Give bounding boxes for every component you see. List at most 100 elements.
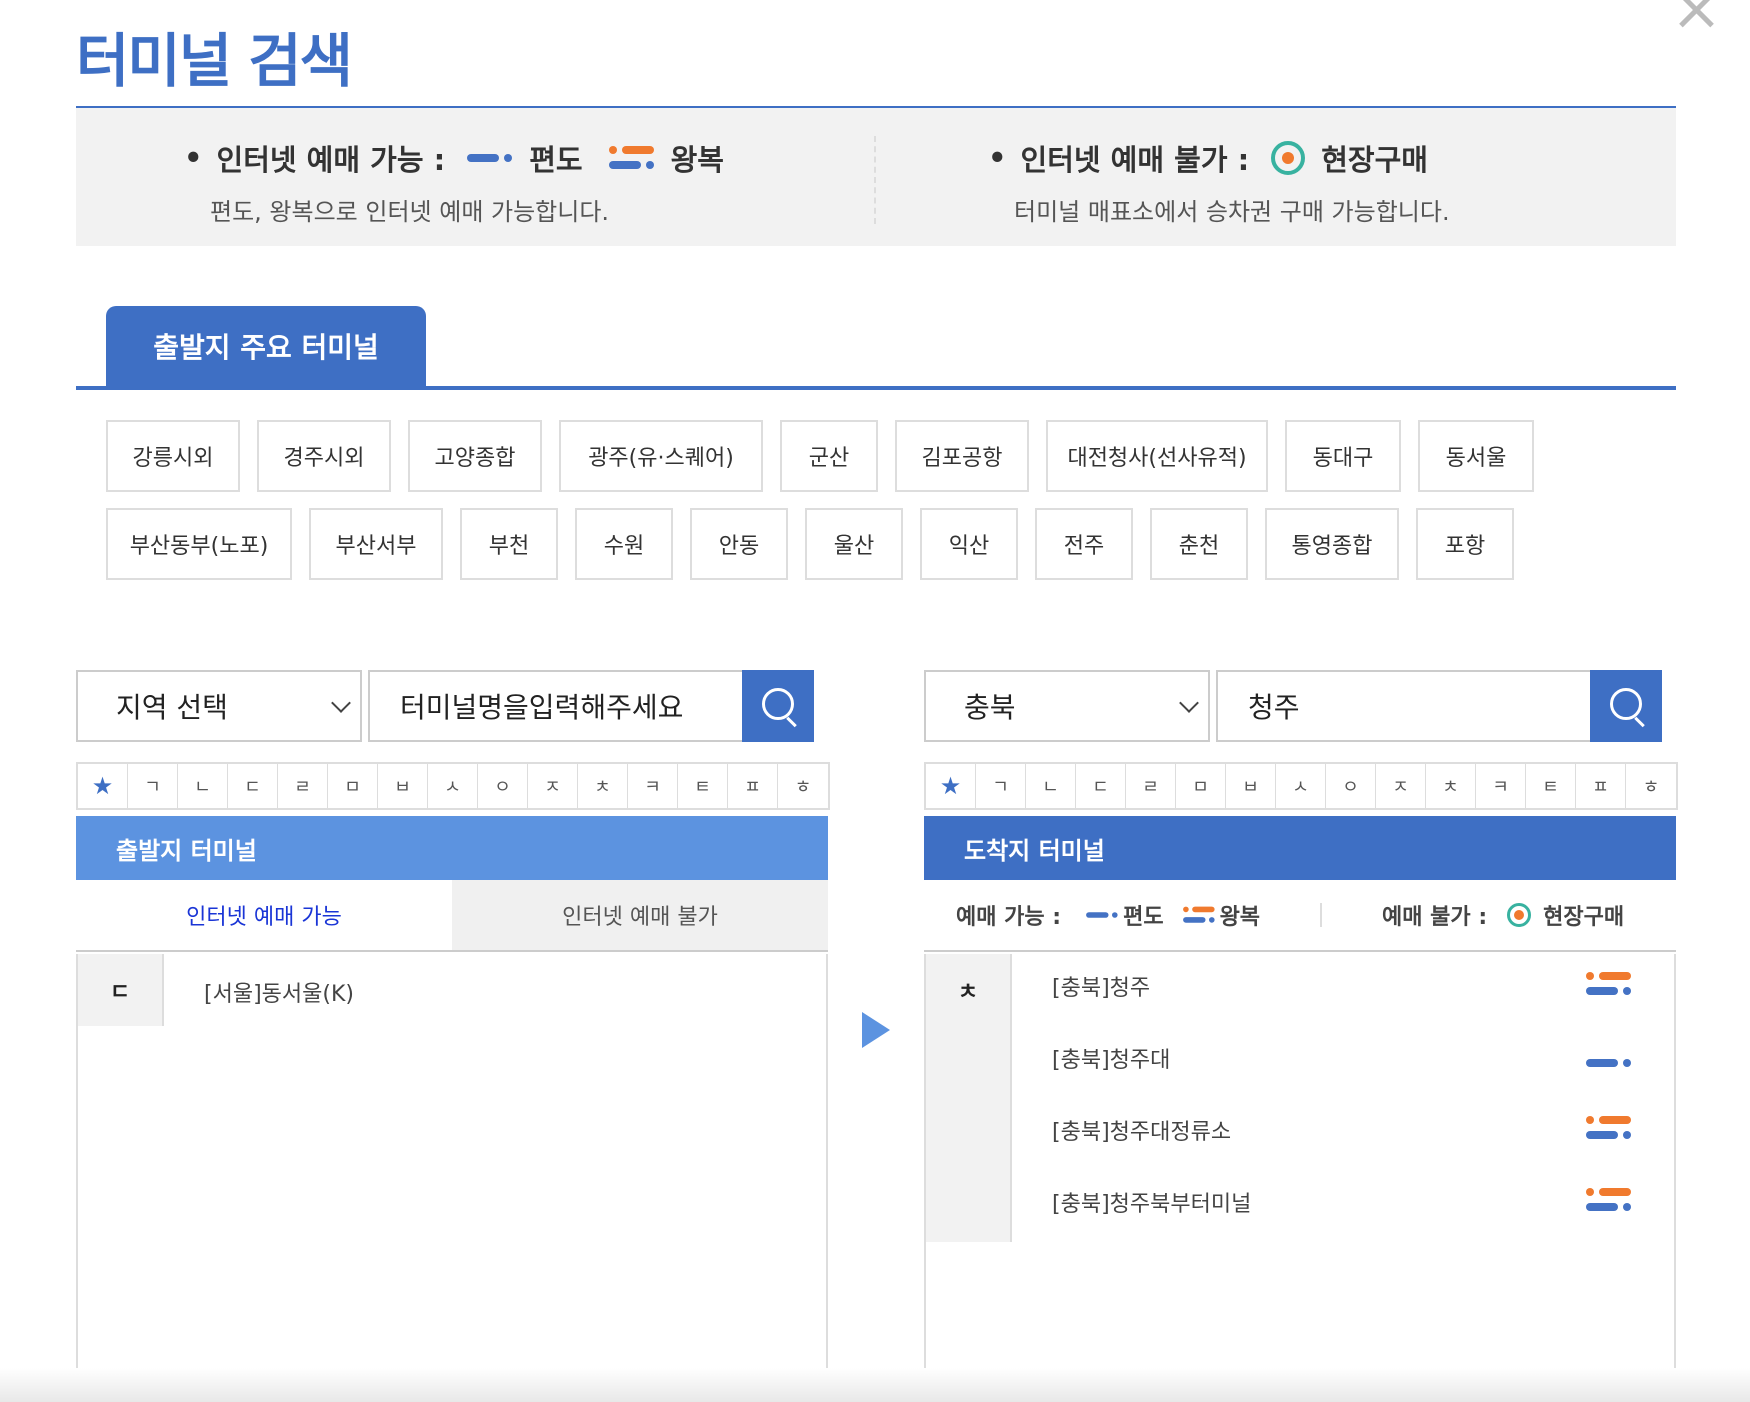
major-terminal-button[interactable]: 강릉시외	[106, 420, 240, 492]
consonant-filter-button[interactable]: ㅋ	[1476, 764, 1526, 808]
page-title: 터미널 검색	[76, 27, 353, 95]
consonant-filter-button[interactable]: ㅈ	[1376, 764, 1426, 808]
booking-legend: 예매 가능 : 편도 왕복 예매 불가 : 현장구매	[924, 880, 1676, 952]
chevron-down-icon	[1179, 693, 1199, 713]
consonant-filter-button[interactable]: ㄴ	[1026, 764, 1076, 808]
consonant-filter-button[interactable]: ★	[78, 764, 128, 808]
divider	[1320, 903, 1323, 927]
consonant-filter-button[interactable]: ㅇ	[478, 764, 528, 808]
round-trip-icon	[1586, 970, 1632, 998]
departure-panel: 지역 선택 터미널명을입력해주세요 ★ ㄱ ㄴ ㄷ ㄹ ㅁ ㅂ ㅅ ㅇ ㅈ ㅊ …	[76, 670, 830, 1388]
major-terminal-button[interactable]: 김포공항	[895, 420, 1029, 492]
round-trip-icon	[1586, 1114, 1632, 1142]
one-way-label: 편도	[529, 143, 583, 177]
consonant-filter-button[interactable]: ㅋ	[628, 764, 678, 808]
major-terminal-button[interactable]: 통영종합	[1265, 508, 1399, 580]
consonant-filter-button[interactable]: ㄱ	[128, 764, 178, 808]
search-icon	[762, 688, 794, 720]
major-terminal-button[interactable]: 고양종합	[408, 420, 542, 492]
consonant-filter-button[interactable]: ㅂ	[1226, 764, 1276, 808]
search-button[interactable]	[742, 670, 814, 742]
chevron-down-icon	[331, 693, 351, 713]
terminal-list-item[interactable]: [충북]청주대정류소	[1052, 1114, 1231, 1146]
major-terminal-row: 강릉시외 경주시외 고양종합 광주(유·스퀘어) 군산 김포공항 대전청사(선사…	[106, 420, 1666, 492]
major-terminal-button[interactable]: 안동	[690, 508, 788, 580]
onsite-purchase-icon	[1507, 903, 1532, 927]
major-terminal-button[interactable]: 대전청사(선사유적)	[1046, 420, 1268, 492]
legend-available-label: 예매 가능 :	[956, 905, 1062, 930]
region-select[interactable]: 충북	[924, 670, 1210, 742]
major-terminal-button[interactable]: 군산	[780, 420, 878, 492]
major-terminal-button[interactable]: 전주	[1035, 508, 1133, 580]
terminal-list-item[interactable]: [충북]청주	[1052, 970, 1150, 1002]
tab-underline	[76, 386, 1676, 390]
terminal-search-input[interactable]: 터미널명을입력해주세요	[368, 670, 742, 742]
major-terminal-button[interactable]: 울산	[805, 508, 903, 580]
consonant-filter-button[interactable]: ㄷ	[1076, 764, 1126, 808]
consonant-filter-button[interactable]: ㅁ	[328, 764, 378, 808]
consonant-filter-button[interactable]: ㅎ	[778, 764, 828, 808]
region-select-value: 충북	[964, 691, 1016, 724]
search-button[interactable]	[1590, 670, 1662, 742]
online-available-info: • 인터넷 예매 가능 : 편도 왕복 편도, 왕복으로 인터넷 예매 가능합니…	[184, 138, 750, 227]
major-terminal-button[interactable]: 익산	[920, 508, 1018, 580]
consonant-filter-button[interactable]: ㅇ	[1326, 764, 1376, 808]
consonant-filter-button[interactable]: ㅊ	[1426, 764, 1476, 808]
consonant-filter-button[interactable]: ㅈ	[528, 764, 578, 808]
terminal-list-item[interactable]: [충북]청주대	[1052, 1042, 1170, 1074]
major-terminal-button[interactable]: 춘천	[1150, 508, 1248, 580]
onsite-purchase-label: 현장구매	[1321, 143, 1428, 177]
major-terminal-list: 강릉시외 경주시외 고양종합 광주(유·스퀘어) 군산 김포공항 대전청사(선사…	[106, 420, 1666, 596]
online-unavailable-desc: 터미널 매표소에서 승차권 구매 가능합니다.	[1014, 198, 1450, 226]
region-select-value: 지역 선택	[116, 691, 228, 724]
major-terminal-button[interactable]: 포항	[1416, 508, 1514, 580]
consonant-filter-button[interactable]: ㅅ	[428, 764, 478, 808]
consonant-filter-button[interactable]: ㅊ	[578, 764, 628, 808]
one-way-icon	[1086, 910, 1118, 920]
departure-terminal-list: ㄷ [서울]동서울(K)	[76, 954, 828, 1388]
consonant-filter-button[interactable]: ㄹ	[1126, 764, 1176, 808]
close-icon[interactable]	[1676, 0, 1716, 28]
terminal-list-item[interactable]: [충북]청주북부터미널	[1052, 1186, 1251, 1218]
consonant-filter-button[interactable]: ㅁ	[1176, 764, 1226, 808]
round-trip-icon	[608, 144, 655, 172]
major-terminal-button[interactable]: 동서울	[1418, 420, 1534, 492]
consonant-filter-button[interactable]: ㄹ	[278, 764, 328, 808]
consonant-filter-button[interactable]: ㅌ	[678, 764, 728, 808]
list-index-letter: ㅊ	[926, 954, 1012, 1242]
bullet: •	[988, 141, 1007, 175]
onsite-purchase-icon	[1271, 141, 1306, 175]
bottom-fade	[0, 1368, 1750, 1402]
region-select[interactable]: 지역 선택	[76, 670, 362, 742]
departure-terminal-header: 출발지 터미널	[76, 816, 828, 880]
tab-online-available[interactable]: 인터넷 예매 가능	[76, 880, 452, 950]
arrival-terminal-list: ㅊ [충북]청주 [충북]청주대 [충북]청주대정류소 [충북]청주북부터미널	[924, 954, 1676, 1388]
terminal-search-input[interactable]: 청주	[1216, 670, 1590, 742]
consonant-filter-button[interactable]: ㄱ	[976, 764, 1026, 808]
consonant-filter-button[interactable]: ㅌ	[1526, 764, 1576, 808]
round-trip-label: 왕복	[670, 143, 724, 177]
consonant-filter-button[interactable]: ㅅ	[1276, 764, 1326, 808]
consonant-filter-button[interactable]: ㅍ	[728, 764, 778, 808]
legend-round-trip-label: 왕복	[1219, 905, 1261, 930]
consonant-filter-button[interactable]: ㄷ	[228, 764, 278, 808]
consonant-filter-button[interactable]: ㅍ	[1576, 764, 1626, 808]
terminal-list-item[interactable]: [서울]동서울(K)	[204, 976, 354, 1008]
consonant-filter-button[interactable]: ㅎ	[1626, 764, 1676, 808]
major-terminal-button[interactable]: 부산서부	[309, 508, 443, 580]
major-terminal-button[interactable]: 수원	[575, 508, 673, 580]
list-index-letter: ㄷ	[78, 954, 164, 1026]
tab-major-departure-terminals[interactable]: 출발지 주요 터미널	[106, 306, 426, 386]
major-terminal-button[interactable]: 부천	[460, 508, 558, 580]
major-terminal-button[interactable]: 동대구	[1285, 420, 1401, 492]
consonant-filter-button[interactable]: ㅂ	[378, 764, 428, 808]
major-terminal-button[interactable]: 부산동부(노포)	[106, 508, 292, 580]
legend-one-way-label: 편도	[1123, 905, 1164, 930]
consonant-filter-button[interactable]: ★	[926, 764, 976, 808]
major-terminal-button[interactable]: 광주(유·스퀘어)	[559, 420, 763, 492]
major-terminal-button[interactable]: 경주시외	[257, 420, 391, 492]
legend-onsite-label: 현장구매	[1543, 905, 1625, 930]
consonant-filter-button[interactable]: ㄴ	[178, 764, 228, 808]
tab-online-unavailable[interactable]: 인터넷 예매 불가	[452, 880, 828, 950]
online-available-label: 인터넷 예매 가능 :	[216, 143, 446, 177]
